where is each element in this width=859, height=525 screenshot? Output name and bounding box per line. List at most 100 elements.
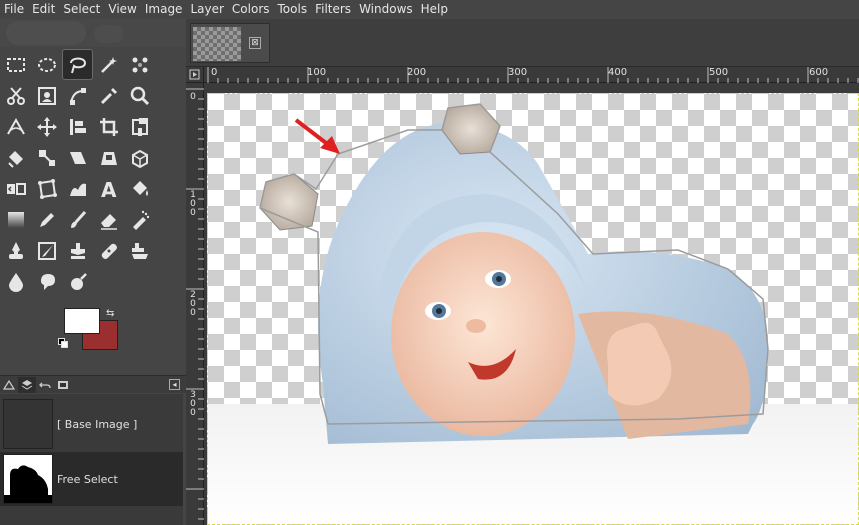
perspective-icon[interactable] — [93, 142, 124, 173]
blank-slot — [155, 80, 186, 111]
ruler-label: 0 — [211, 67, 218, 78]
3d-transform-icon[interactable] — [124, 142, 155, 173]
blur-icon[interactable] — [0, 266, 31, 297]
image-tab[interactable]: ⊠ — [190, 23, 270, 63]
layer-name: [ Base Image ] — [57, 417, 138, 431]
blank-slot — [155, 173, 186, 204]
ellipse-select-icon[interactable] — [31, 49, 62, 80]
menu-edit[interactable]: Edit — [28, 0, 59, 19]
scissors-select-icon[interactable] — [0, 80, 31, 111]
menu-filters[interactable]: Filters — [311, 0, 355, 19]
layer-row[interactable]: Free Select — [0, 452, 183, 506]
dock-tab-bar: ◂ — [0, 375, 186, 393]
layer-row[interactable]: [ Base Image ] — [0, 397, 183, 451]
gradient-icon[interactable] — [0, 204, 31, 235]
ruler-label: 2 0 0 — [190, 290, 196, 318]
selection-mask-thumbnail — [3, 454, 53, 504]
ruler-corner[interactable] — [186, 67, 204, 83]
foreground-select-icon[interactable] — [31, 80, 62, 111]
ruler-label: 3 0 0 — [190, 390, 196, 418]
pencil-icon[interactable] — [31, 204, 62, 235]
bucket-fill-icon[interactable] — [124, 173, 155, 204]
measure-icon[interactable] — [0, 111, 31, 142]
text-icon[interactable]: A — [93, 173, 124, 204]
mypaint-brush-icon[interactable] — [31, 235, 62, 266]
menu-select[interactable]: Select — [59, 0, 104, 19]
vertical-ruler[interactable]: 0 1 0 0 2 0 0 3 0 0 — [186, 83, 204, 525]
heal-icon[interactable] — [93, 235, 124, 266]
layer-name: Free Select — [57, 472, 118, 486]
ruler-ticks — [207, 67, 859, 83]
blank-slot — [155, 204, 186, 235]
ruler-label: 200 — [407, 67, 427, 78]
align-icon[interactable] — [62, 111, 93, 142]
image-tab-thumbnail — [193, 27, 241, 61]
undo-history-tab-icon[interactable] — [36, 377, 54, 393]
ruler-label: 0 — [190, 92, 196, 102]
image-canvas[interactable] — [207, 93, 859, 525]
flip-icon[interactable] — [0, 173, 31, 204]
perspective-clone-icon[interactable] — [124, 235, 155, 266]
image-tab-bar: ⊠ — [186, 19, 859, 67]
default-colors-icon[interactable] — [58, 338, 68, 348]
free-select-icon[interactable] — [62, 49, 93, 80]
ruler-label: 500 — [709, 67, 729, 78]
warp-transform-icon[interactable] — [62, 173, 93, 204]
menu-tools[interactable]: Tools — [274, 0, 312, 19]
fuzzy-select-icon[interactable] — [93, 49, 124, 80]
layers-list: [ Base Image ] Free Select — [0, 394, 183, 525]
swap-colors-icon[interactable]: ⇆ — [106, 308, 114, 319]
paths-icon[interactable] — [62, 80, 93, 111]
baby-photo — [208, 103, 858, 524]
select-by-color-icon[interactable] — [124, 49, 155, 80]
menu-colors[interactable]: Colors — [228, 0, 274, 19]
clone-icon[interactable] — [62, 235, 93, 266]
cage-transform-icon[interactable] — [31, 173, 62, 204]
blank-slot — [124, 266, 155, 297]
dock-menu-button[interactable]: ◂ — [169, 379, 180, 390]
ruler-label: 300 — [508, 67, 528, 78]
ruler-label: 600 — [809, 67, 829, 78]
paintbrush-icon[interactable] — [62, 204, 93, 235]
menu-view[interactable]: View — [104, 0, 140, 19]
rotate-icon[interactable] — [0, 142, 31, 173]
ruler-label: 100 — [307, 67, 327, 78]
shear-icon[interactable] — [62, 142, 93, 173]
move-icon[interactable] — [31, 111, 62, 142]
color-picker-icon[interactable] — [93, 80, 124, 111]
blank-slot — [93, 266, 124, 297]
menu-help[interactable]: Help — [417, 0, 452, 19]
images-tab-icon[interactable] — [54, 377, 72, 393]
menu-layer[interactable]: Layer — [186, 0, 227, 19]
menu-file[interactable]: File — [0, 0, 28, 19]
unified-transform-icon[interactable] — [124, 111, 155, 142]
tool-options-tab-icon[interactable] — [0, 377, 18, 393]
svg-text:A: A — [101, 178, 117, 200]
zoom-icon[interactable] — [124, 80, 155, 111]
toolbox: A ⇆ ◂ [Base Image] Free Select — [0, 19, 186, 525]
menu-image[interactable]: Image — [141, 0, 187, 19]
tool-grid: A — [0, 49, 186, 297]
airbrush-icon[interactable] — [124, 204, 155, 235]
close-tab-icon[interactable]: ⊠ — [249, 37, 261, 49]
layer-thumbnail — [3, 399, 53, 449]
eraser-icon[interactable] — [93, 204, 124, 235]
menu-windows[interactable]: Windows — [355, 0, 417, 19]
blank-slot — [155, 142, 186, 173]
wilber-watermark — [6, 21, 86, 45]
foreground-color-swatch[interactable] — [64, 308, 100, 334]
ruler-label: 1 0 0 — [190, 190, 196, 218]
smudge-icon[interactable] — [31, 266, 62, 297]
rect-select-icon[interactable] — [0, 49, 31, 80]
ink-icon[interactable] — [0, 235, 31, 266]
dodge-burn-icon[interactable] — [62, 266, 93, 297]
blank-slot — [155, 111, 186, 142]
crop-icon[interactable] — [93, 111, 124, 142]
layers-tab-icon[interactable] — [18, 376, 36, 393]
scale-icon[interactable] — [31, 142, 62, 173]
wilber-watermark-eye — [94, 25, 124, 43]
canvas-area[interactable] — [204, 83, 859, 525]
blank-slot — [155, 266, 186, 297]
blank-slot — [155, 235, 186, 266]
horizontal-ruler[interactable]: 0 100 200 300 400 500 600 — [204, 67, 859, 83]
